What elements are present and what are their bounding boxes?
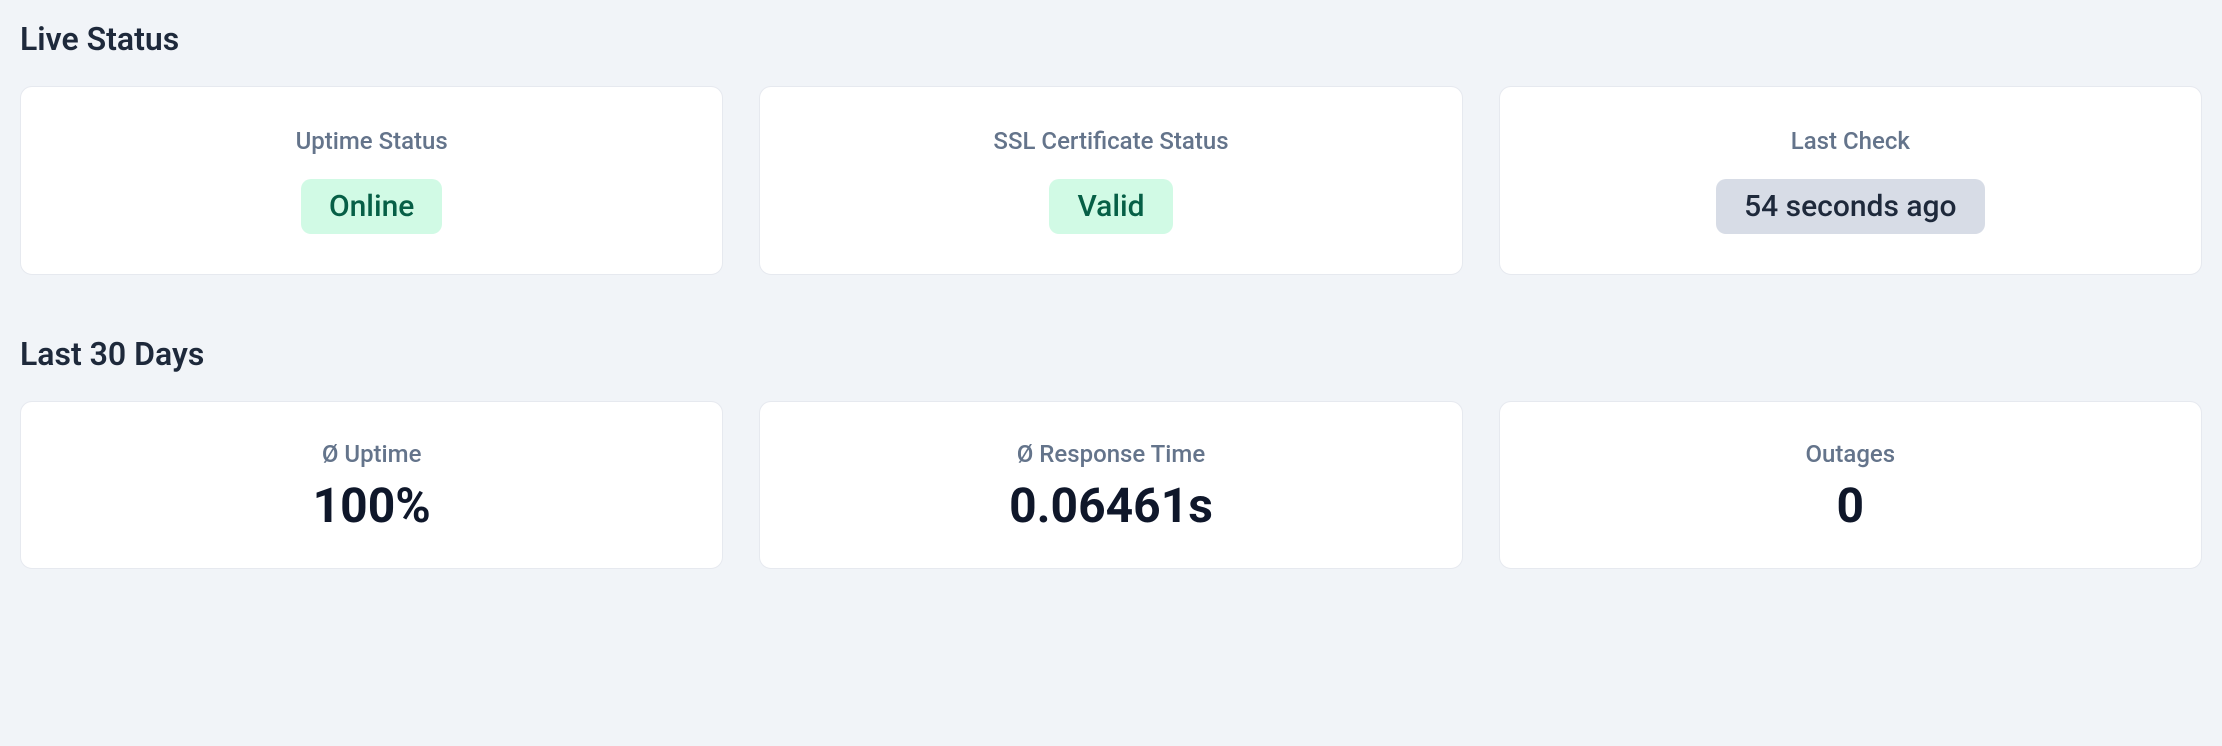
avg-response-label: Ø Response Time: [1017, 440, 1205, 468]
outages-label: Outages: [1806, 440, 1896, 468]
uptime-status-badge: Online: [301, 179, 442, 234]
ssl-status-card: SSL Certificate Status Valid: [759, 86, 1462, 275]
uptime-status-label: Uptime Status: [296, 127, 448, 155]
ssl-status-label: SSL Certificate Status: [993, 127, 1228, 155]
outages-card: Outages 0: [1499, 401, 2202, 569]
live-status-cards: Uptime Status Online SSL Certificate Sta…: [20, 86, 2202, 275]
last-30-days-cards: Ø Uptime 100% Ø Response Time 0.06461s O…: [20, 401, 2202, 569]
live-status-heading: Live Status: [20, 20, 2202, 58]
avg-response-value: 0.06461s: [1009, 482, 1213, 530]
outages-value: 0: [1837, 482, 1865, 530]
avg-uptime-card: Ø Uptime 100%: [20, 401, 723, 569]
uptime-status-card: Uptime Status Online: [20, 86, 723, 275]
avg-uptime-label: Ø Uptime: [322, 440, 422, 468]
last-check-badge: 54 seconds ago: [1716, 179, 1984, 234]
ssl-status-badge: Valid: [1049, 179, 1172, 234]
last-check-label: Last Check: [1791, 127, 1910, 155]
avg-response-card: Ø Response Time 0.06461s: [759, 401, 1462, 569]
last-30-days-heading: Last 30 Days: [20, 335, 2202, 373]
last-check-card: Last Check 54 seconds ago: [1499, 86, 2202, 275]
avg-uptime-value: 100%: [313, 482, 431, 530]
